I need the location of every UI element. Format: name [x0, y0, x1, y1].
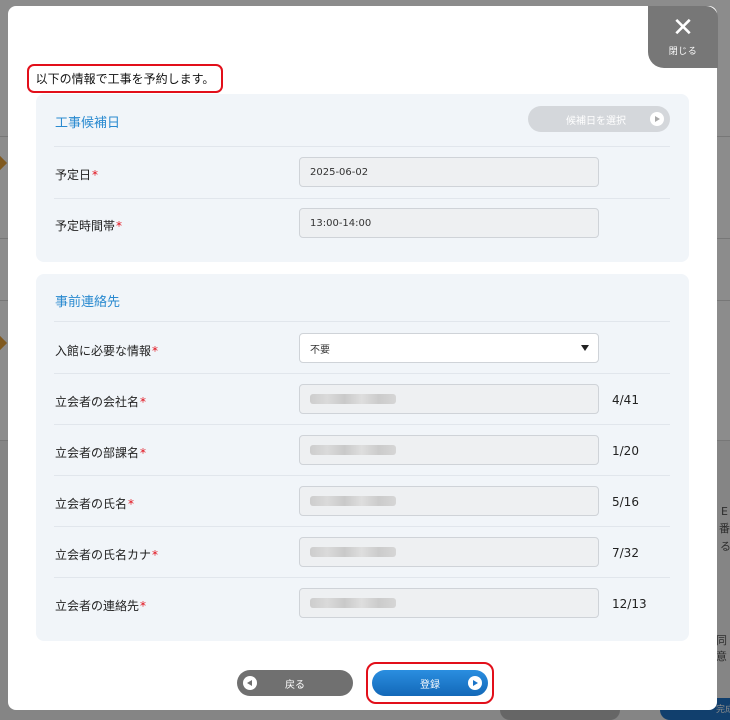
required-mark: *: [92, 168, 99, 182]
redacted-value: [310, 394, 396, 404]
back-label: 戻る: [285, 679, 305, 691]
char-counter: 5/16: [612, 495, 639, 509]
schedule-title: 工事候補日: [55, 116, 121, 131]
witness-company-field[interactable]: [299, 384, 599, 414]
required-mark: *: [116, 219, 123, 233]
divider: [54, 146, 670, 147]
entry-info-label: 入館に必要な情報*: [55, 344, 159, 358]
scheduled-date-label: 予定日*: [55, 168, 99, 182]
required-mark: *: [140, 395, 147, 409]
witness-name-kana-field[interactable]: [299, 537, 599, 567]
divider: [54, 198, 670, 199]
entry-info-select[interactable]: 不要: [299, 333, 599, 363]
redacted-value: [310, 496, 396, 506]
register-label: 登録: [420, 679, 440, 691]
caret-down-icon: [581, 345, 589, 351]
witness-contact-label: 立会者の連絡先*: [55, 599, 147, 613]
redacted-value: [310, 547, 396, 557]
divider: [54, 321, 670, 322]
divider: [54, 526, 670, 527]
required-mark: *: [140, 446, 147, 460]
scheduled-time-field: 13:00-14:00: [299, 208, 599, 238]
required-mark: *: [140, 599, 147, 613]
scheduled-time-label: 予定時間帯*: [55, 219, 123, 233]
required-mark: *: [128, 497, 135, 511]
redacted-value: [310, 598, 396, 608]
select-date-label: 候補日を選択: [566, 115, 626, 127]
register-button[interactable]: 登録: [372, 670, 488, 696]
contact-title: 事前連絡先: [55, 295, 121, 310]
play-circle-icon: [468, 676, 482, 690]
divider: [54, 577, 670, 578]
schedule-panel: 工事候補日 候補日を選択 予定日* 2025-06-02 予定時間帯* 13:0…: [36, 94, 689, 262]
witness-name-field[interactable]: [299, 486, 599, 516]
witness-name-kana-label: 立会者の氏名カナ*: [55, 548, 159, 562]
redacted-value: [310, 445, 396, 455]
contact-panel: 事前連絡先 入館に必要な情報* 不要 立会者の会社名* 4/41 立会者の部課名…: [36, 274, 689, 641]
back-circle-icon: [243, 676, 257, 690]
char-counter: 1/20: [612, 444, 639, 458]
close-label: 閉じる: [668, 47, 698, 57]
witness-company-label: 立会者の会社名*: [55, 395, 147, 409]
witness-name-label: 立会者の氏名*: [55, 497, 135, 511]
witness-contact-field[interactable]: [299, 588, 599, 618]
required-mark: *: [152, 344, 159, 358]
divider: [54, 373, 670, 374]
witness-department-label: 立会者の部課名*: [55, 446, 147, 460]
witness-department-field[interactable]: [299, 435, 599, 465]
char-counter: 12/13: [612, 597, 647, 611]
select-date-button[interactable]: 候補日を選択: [528, 106, 670, 132]
entry-info-value: 不要: [310, 344, 330, 356]
intro-message: 以下の情報で工事を予約します。: [27, 64, 223, 93]
close-button[interactable]: ✕ 閉じる: [648, 6, 718, 68]
divider: [54, 475, 670, 476]
required-mark: *: [152, 548, 159, 562]
divider: [54, 424, 670, 425]
char-counter: 4/41: [612, 393, 639, 407]
scheduled-date-field: 2025-06-02: [299, 157, 599, 187]
back-button[interactable]: 戻る: [237, 670, 353, 696]
close-icon: ✕: [672, 13, 694, 43]
play-circle-icon: [650, 112, 664, 126]
char-counter: 7/32: [612, 546, 639, 560]
